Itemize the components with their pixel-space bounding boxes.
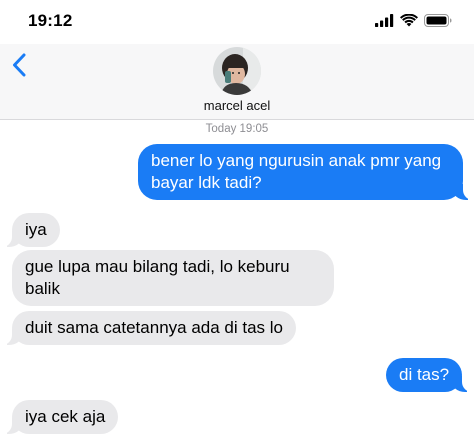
message-text: iya [25, 220, 47, 239]
message-bubble-incoming[interactable]: iya cek aja [1, 400, 119, 434]
message-text: gue lupa mau bilang tadi, lo keburu bali… [25, 257, 290, 298]
message-text: bener lo yang ngurusin anak pmr yang bay… [151, 151, 442, 192]
message-text: duit sama catetannya ada di tas lo [25, 318, 283, 337]
cellular-signal-icon [375, 14, 394, 27]
conversation-timestamp: Today 19:05 [205, 123, 269, 135]
wifi-icon [400, 14, 418, 27]
message-text: di tas? [399, 365, 450, 384]
status-bar: 19:12 [0, 0, 474, 44]
message-text: iya cek aja [25, 407, 106, 426]
back-button[interactable] [6, 50, 32, 80]
message-bubble-outgoing[interactable]: di tas? [386, 358, 473, 392]
status-icons [375, 14, 452, 27]
status-time: 19:12 [28, 11, 73, 30]
message-bubble-incoming[interactable]: duit sama catetannya ada di tas lo [2, 311, 296, 345]
contact-name[interactable]: marcel acel [0, 98, 474, 113]
conversation-header: marcel acel [0, 44, 474, 120]
message-bubble-incoming[interactable]: gue lupa mau bilang tadi, lo keburu bali… [12, 250, 334, 306]
message-bubble-outgoing[interactable]: bener lo yang ngurusin anak pmr yang bay… [138, 144, 473, 200]
message-bubble-incoming[interactable]: iya [2, 213, 60, 247]
battery-icon [424, 14, 452, 27]
avatar-photo [213, 47, 261, 95]
avatar[interactable] [213, 47, 261, 95]
chevron-left-icon [13, 53, 26, 77]
